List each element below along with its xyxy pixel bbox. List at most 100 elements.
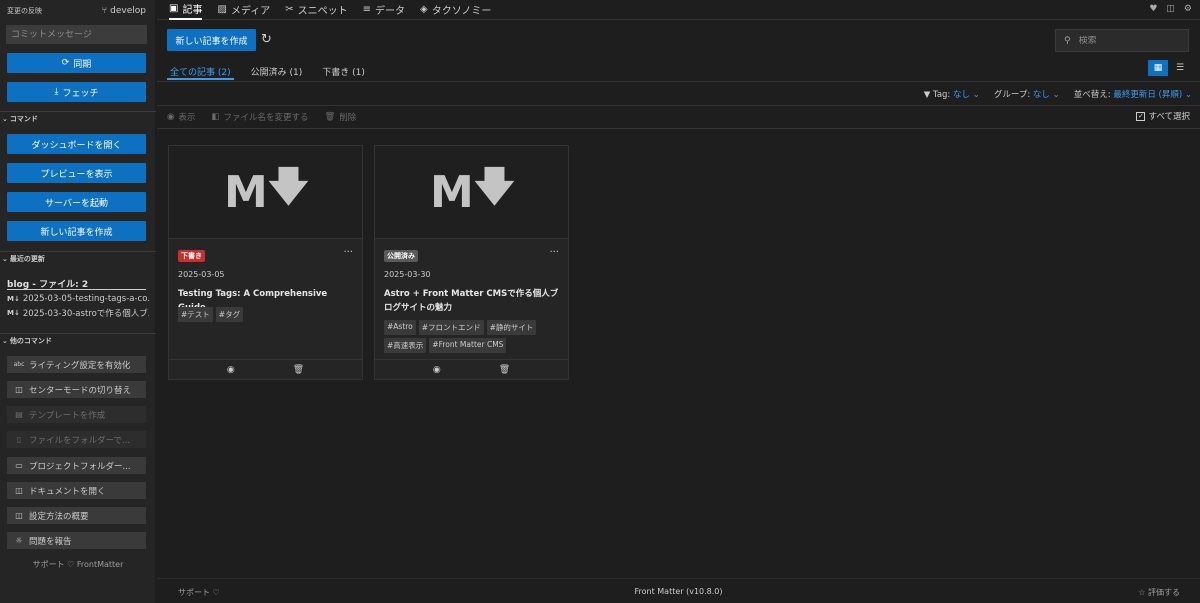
divider [157,128,1200,129]
eye-icon[interactable]: ◉ [227,365,235,375]
create-article-label: 新しい記事を作成 [40,227,113,238]
book-icon[interactable]: ◫ [1166,4,1175,14]
sort-filter[interactable]: 並べ替え: 最終更新日 (昇順) ⌄ [1074,88,1192,100]
tag-chip[interactable]: #静的サイト [486,320,537,335]
article-card[interactable]: M 🡇 公開済み ··· 2025-03-30 Astro + Front Mat… [374,145,569,380]
star-icon: ☆ [1138,588,1148,597]
chevron-down-icon: ⌄ [2,336,8,345]
open-dashboard-button[interactable]: ダッシュボードを開く [7,134,146,154]
settings-icon[interactable]: ⚙ [1184,4,1192,14]
recent-section-header[interactable]: ⌄ 最近の更新 [0,251,156,265]
list-view-icon[interactable]: ☰ [1170,60,1190,76]
report-issue-label: 問題を報告 [29,536,72,547]
recent-folder-title: blog - ファイル: 2 [7,277,146,290]
create-template-label: テンプレートを作成 [29,410,106,421]
sort-filter-label: 並べ替え: [1073,90,1111,100]
search-box[interactable]: ⚲ [1055,29,1189,52]
report-issue-button[interactable]: ☼ 問題を報告 [7,532,146,549]
card-title[interactable]: Astro + Front Matter CMSで作る個人ブログサイトの魅力 [384,287,559,315]
create-template-button[interactable]: ▤ テンプレートを作成 [7,406,146,423]
article-icon: ▣ [169,3,179,14]
show-preview-button[interactable]: プレビューを表示 [7,163,146,183]
markdown-icon: M↓ [7,309,20,317]
article-card[interactable]: M 🡇 下書き ··· 2025-03-05 Testing Tags: A Co… [168,145,363,380]
tab-all-articles[interactable]: 全ての記事 (2) [167,60,234,80]
project-folder-button[interactable]: ▭ プロジェクトフォルダー... [7,457,146,474]
settings-overview-button[interactable]: ◫ 設定方法の概要 [7,507,146,524]
sync-button[interactable]: ⟳ 同期 [7,53,146,73]
tab-data-label: データ [375,6,405,17]
refresh-icon[interactable]: ↻ [261,32,272,47]
other-commands-section-header[interactable]: ⌄ 他のコマンド [0,333,156,347]
tab-published[interactable]: 公開済み (1) [248,60,306,80]
fetch-label: フェッチ [62,88,99,99]
tag-filter-label: Tag: [933,90,951,100]
top-navigation: ▣ 記事 ▨ メディア ✂ スニペット ≡ データ ◈ タクソノミー ♥ ◫ ⚙ [157,0,1200,20]
delete-action[interactable]: 🗑 削除 [324,111,356,123]
heart-icon[interactable]: ♥ [1149,4,1157,14]
select-all[interactable]: ✓ すべて選択 [1136,110,1190,122]
tag-chip[interactable]: #テスト [178,307,213,322]
tab-snippets-label: スニペット [297,6,348,17]
toggle-center-mode-label: センターモードの切り替え [29,385,132,396]
trash-icon[interactable]: 🗑 [293,365,304,375]
search-input[interactable] [1078,35,1179,46]
card-date: 2025-03-30 [384,270,431,279]
tag-chip[interactable]: #Astro [384,320,416,335]
center-mode-icon: ◫ [15,385,23,394]
chevron-down-icon: ⌄ [972,90,980,100]
tag-filter[interactable]: ▼ Tag: なし ⌄ [924,88,980,100]
database-icon: ≡ [362,4,371,15]
sidebar: 変更の反映 ⑂ develop ⟳ 同期 ⤓ フェッチ ⌄ コマンド ダッシュボ… [0,0,156,603]
tab-snippets[interactable]: ✂ スニペット [285,0,347,20]
footer-support-link[interactable]: サポート ♡ [178,587,220,598]
tag-chip[interactable]: #フロントエンド [418,320,484,335]
status-filter-tabs: 全ての記事 (2) 公開済み (1) 下書き (1) [167,60,368,80]
view-action[interactable]: ◉ 表示 [167,111,195,123]
branch-indicator[interactable]: ⑂ develop [102,6,146,16]
fetch-button[interactable]: ⤓ フェッチ [7,82,146,102]
commands-section-header[interactable]: ⌄ コマンド [0,111,156,125]
enable-writing-settings-button[interactable]: abc ライティング設定を有効化 [7,356,146,373]
trash-icon[interactable]: 🗑 [499,365,510,375]
tag-chip[interactable]: #Front Matter CMS [429,338,507,353]
bug-icon: ☼ [15,536,23,545]
tag-chip[interactable]: #タグ [215,307,244,322]
create-article-button[interactable]: 新しい記事を作成 [7,221,146,241]
group-filter[interactable]: グループ: なし ⌄ [994,88,1060,100]
recent-item[interactable]: M↓ 2025-03-30-astroで作る個人ブ... [7,307,149,319]
tab-drafts[interactable]: 下書き (1) [319,60,368,80]
new-article-button[interactable]: 新しい記事を作成 [167,29,256,51]
eye-icon[interactable]: ◉ [433,365,441,375]
card-thumbnail: M 🡇 [375,146,568,239]
tab-data[interactable]: ≡ データ [363,0,405,20]
eye-icon: ◉ [167,112,175,122]
more-options-icon[interactable]: ··· [549,247,559,258]
spellcheck-icon: abc [13,361,25,368]
tab-articles[interactable]: ▣ 記事 [169,0,203,20]
footer-support-label: サポート [178,588,210,597]
more-options-icon[interactable]: ··· [343,247,353,258]
folder-icon: ▭ [15,461,23,470]
delete-action-label: 削除 [339,113,357,123]
template-icon: ▤ [15,410,23,419]
rename-action[interactable]: ◧ ファイル名を変更する [211,111,308,123]
tab-taxonomy[interactable]: ◈ タクソノミー [420,0,491,20]
project-folder-label: プロジェクトフォルダー... [29,461,131,472]
tag-chip[interactable]: #高速表示 [384,338,427,353]
commit-message-input[interactable] [6,25,147,44]
start-server-button[interactable]: サーバーを起動 [7,192,146,212]
image-icon: ▨ [217,4,227,15]
rate-link[interactable]: ☆ 評価する [1138,587,1180,598]
open-docs-button[interactable]: ◫ ドキュメントを開く [7,482,146,499]
recent-header-label: 最近の更新 [9,254,45,263]
markdown-logo-icon: M 🡇 [224,164,309,218]
source-control-header: 変更の反映 ⑂ develop [0,0,155,22]
tab-media[interactable]: ▨ メディア [217,0,270,20]
sidebar-support-link[interactable]: サポート ♡ FrontMatter [0,559,156,570]
toggle-center-mode-button[interactable]: ◫ センターモードの切り替え [7,381,146,398]
recent-item[interactable]: M↓ 2025-03-05-testing-tags-a-co... [7,294,149,304]
book-icon: ◫ [15,486,23,495]
file-in-folder-button[interactable]: ▯ ファイルをフォルダーで... [7,431,146,448]
grid-view-icon[interactable]: ▦ [1148,60,1168,76]
